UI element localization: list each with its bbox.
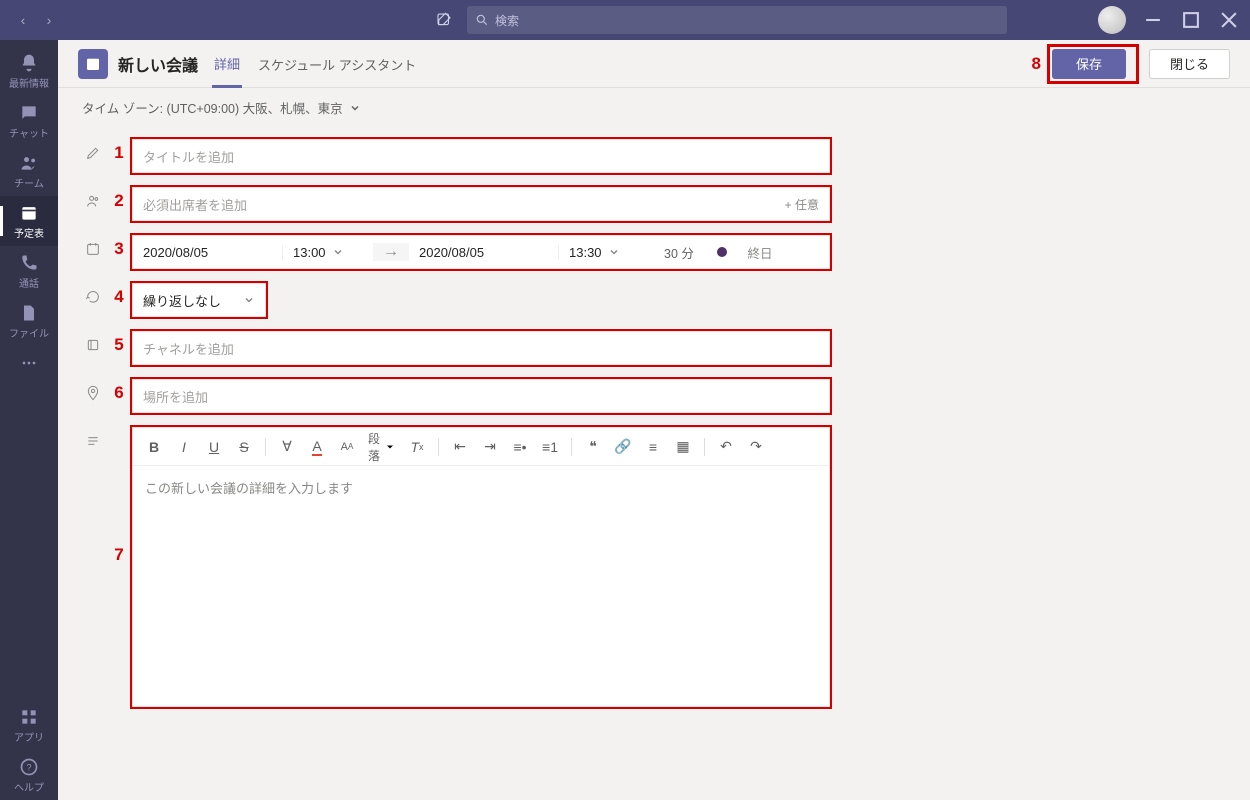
number-list-button[interactable]: ≡1 [537,434,563,460]
chevron-down-icon [608,246,620,258]
link-button[interactable]: 🔗 [610,434,636,460]
rail-apps[interactable]: アプリ [0,700,58,750]
timezone-label: タイム ゾーン: (UTC+09:00) 大阪、札幌、東京 [82,98,343,117]
search-placeholder: 検索 [495,12,519,29]
hr-button[interactable]: ≡ [640,434,666,460]
minimize-button[interactable] [1142,9,1164,31]
recurrence-icon [78,281,108,305]
save-button[interactable]: 保存 [1052,49,1126,79]
annotation-box-save: 保存 [1047,44,1139,84]
calendar-icon [78,49,108,79]
close-window-button[interactable] [1218,9,1240,31]
indent-button[interactable]: ⇥ [477,434,503,460]
underline-button[interactable]: U [201,434,227,460]
start-date-input[interactable]: 2020/08/05 [133,245,283,260]
rail-teams[interactable]: チーム [0,146,58,196]
tab-details[interactable]: 詳細 [212,40,242,88]
arrow-right-icon: → [373,243,409,261]
recurrence-select[interactable]: 繰り返しなし [132,283,266,317]
annotation-4: 4 [108,281,130,307]
details-editor[interactable]: B I U S ∀ A AA 段落 Tx ⇤ ⇥ ≡• ≡1 [132,427,830,707]
chevron-down-icon [349,102,361,114]
rail-files[interactable]: ファイル [0,296,58,346]
end-time-input[interactable]: 13:30 [559,245,649,260]
optional-attendees-button[interactable]: + 任意 [785,196,819,213]
rail-calendar[interactable]: 予定表 [0,196,58,246]
page-title: 新しい会議 [118,52,198,76]
rail-calls[interactable]: 通話 [0,246,58,296]
annotation-3: 3 [108,233,130,259]
highlight-button[interactable]: ∀ [274,434,300,460]
search-icon [475,13,489,27]
location-input[interactable]: 場所を追加 [132,379,830,413]
duration-label: 30 分 [649,243,709,262]
annotation-1: 1 [108,137,130,163]
editor-body[interactable]: この新しい会議の詳細を入力します [133,466,829,706]
tab-scheduling-assistant[interactable]: スケジュール アシスタント [256,41,418,86]
pencil-icon [78,137,108,161]
chevron-down-icon [384,441,396,453]
redo-button[interactable]: ↷ [743,434,769,460]
rail-chat[interactable]: チャット [0,96,58,146]
people-icon [78,185,108,209]
main-content: 新しい会議 詳細 スケジュール アシスタント 8 保存 閉じる タイム ゾーン:… [58,40,1250,800]
bold-button[interactable]: B [141,434,167,460]
required-attendees-input[interactable]: 必須出席者を追加 + 任意 [132,187,830,221]
close-button[interactable]: 閉じる [1149,49,1230,79]
location-icon [78,377,108,401]
page-header: 新しい会議 詳細 スケジュール アシスタント 8 保存 閉じる [58,40,1250,88]
end-date-input[interactable]: 2020/08/05 [409,245,559,260]
search-input[interactable]: 検索 [467,6,1007,34]
quote-button[interactable]: ❝ [580,434,606,460]
rail-activity[interactable]: 最新情報 [0,46,58,96]
strike-button[interactable]: S [231,434,257,460]
paragraph-select[interactable]: 段落 [364,430,400,464]
channel-input[interactable]: チャネルを追加 [132,331,830,365]
rail-more[interactable] [0,346,58,380]
allday-toggle[interactable]: 終日 [735,243,785,262]
outdent-button[interactable]: ⇤ [447,434,473,460]
details-icon [78,425,108,449]
clear-format-button[interactable]: Tx [404,434,430,460]
timezone-selector[interactable]: タイム ゾーン: (UTC+09:00) 大阪、札幌、東京 [58,88,1250,123]
forward-button[interactable]: › [38,9,60,31]
editor-toolbar: B I U S ∀ A AA 段落 Tx ⇤ ⇥ ≡• ≡1 [133,428,829,466]
bullet-list-button[interactable]: ≡• [507,434,533,460]
channel-icon [78,329,108,353]
status-dot-icon [717,247,727,257]
font-size-button[interactable]: AA [334,434,360,460]
svg-text:?: ? [26,762,31,772]
title-input[interactable]: タイトルを追加 [132,139,830,173]
back-button[interactable]: ‹ [12,9,34,31]
annotation-6: 6 [108,377,130,403]
undo-button[interactable]: ↶ [713,434,739,460]
app-rail: 最新情報 チャット チーム 予定表 通話 ファイル アプリ ? ヘルプ [0,40,58,800]
rail-help[interactable]: ? ヘルプ [0,750,58,800]
annotation-5: 5 [108,329,130,355]
compose-icon[interactable] [431,7,457,33]
clock-icon [78,233,108,257]
table-button[interactable]: ▦ [670,434,696,460]
annotation-2: 2 [108,185,130,211]
start-time-input[interactable]: 13:00 [283,245,373,260]
annotation-7: 7 [108,425,130,565]
annotation-8: 8 [1032,54,1041,74]
title-bar: ‹ › 検索 [0,0,1250,40]
avatar[interactable] [1098,6,1126,34]
chevron-down-icon [243,294,255,306]
maximize-button[interactable] [1180,9,1202,31]
chevron-down-icon [332,246,344,258]
font-color-button[interactable]: A [304,434,330,460]
italic-button[interactable]: I [171,434,197,460]
